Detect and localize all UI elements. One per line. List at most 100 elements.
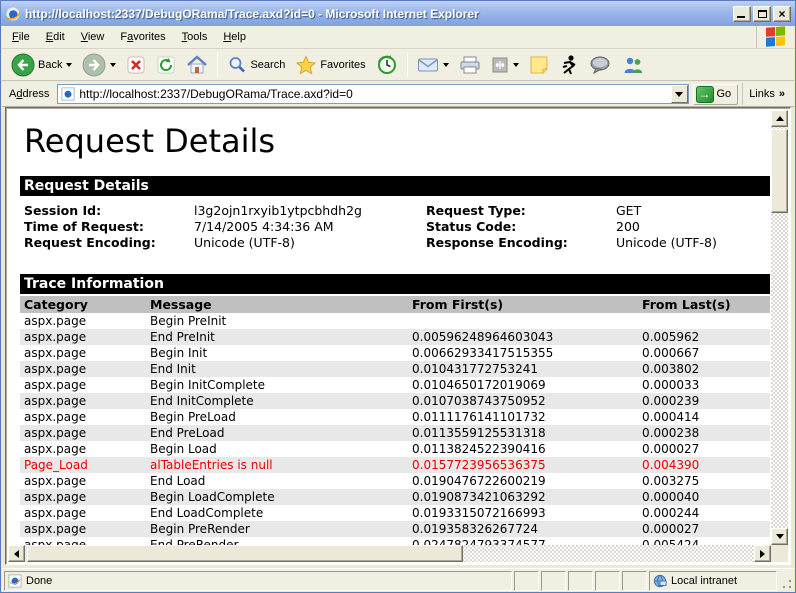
trace-cell-category: aspx.page (20, 426, 146, 440)
trace-cell-category: aspx.page (20, 490, 146, 504)
trace-cell-from-last: 0.000667 (638, 346, 770, 360)
favorites-button[interactable]: Favorites (290, 52, 370, 78)
stop-button[interactable] (121, 52, 151, 78)
vertical-scrollbar[interactable] (771, 110, 788, 545)
menu-item-favorites[interactable]: Favorites (112, 29, 173, 45)
trace-cell-from-first: 0.019358326267724 (408, 522, 638, 536)
horizontal-scroll-thumb[interactable] (27, 545, 463, 562)
menu-item-edit[interactable]: Edit (38, 29, 73, 45)
column-header-category: Category (20, 297, 146, 312)
trace-row: aspx.pageBegin InitComplete0.01046501720… (20, 377, 770, 393)
column-header-from-last: From Last(s) (638, 297, 770, 312)
refresh-button[interactable] (151, 52, 181, 78)
history-icon (376, 54, 398, 76)
back-dropdown-icon (66, 63, 72, 67)
mail-icon (417, 56, 439, 74)
favorites-icon (295, 55, 317, 75)
detail-label: Response Encoding: (426, 235, 616, 250)
links-toolbar[interactable]: Links » (742, 83, 791, 105)
trace-cell-from-first: 0.00662933417515355 (408, 346, 638, 360)
trace-cell-message: End Load (146, 474, 408, 488)
notes-button[interactable] (524, 52, 554, 78)
close-button[interactable]: × (773, 6, 791, 22)
trace-row: aspx.pageBegin PreInit (20, 313, 770, 329)
maximize-icon (758, 10, 767, 18)
chevron-down-icon (675, 92, 683, 97)
ie-status-icon (8, 574, 22, 588)
menu-item-tools[interactable]: Tools (174, 29, 216, 45)
trace-cell-category: aspx.page (20, 442, 146, 456)
scroll-down-button[interactable] (771, 528, 788, 545)
trace-row: aspx.pageBegin PreLoad0.0111176141101732… (20, 409, 770, 425)
home-button[interactable] (181, 52, 213, 78)
aim-button[interactable] (554, 51, 584, 79)
trace-row: aspx.pageEnd LoadComplete0.0193315072166… (20, 505, 770, 521)
trace-cell-from-last: 0.000414 (638, 410, 770, 424)
trace-row: aspx.pageBegin Load0.01138245223904160.0… (20, 441, 770, 457)
status-pane (514, 571, 539, 591)
trace-page: Request Details Request Details Session … (8, 110, 771, 545)
horizontal-scrollbar[interactable] (8, 545, 771, 562)
forward-button[interactable] (77, 50, 121, 80)
detail-label: Request Encoding: (24, 235, 194, 250)
address-dropdown-button[interactable] (671, 85, 688, 103)
trace-row: aspx.pageEnd InitComplete0.0107038743750… (20, 393, 770, 409)
history-button[interactable] (371, 51, 403, 79)
scroll-up-button[interactable] (771, 110, 788, 127)
trace-cell-message: End PreRender (146, 538, 408, 545)
vertical-scroll-thumb[interactable] (771, 129, 788, 213)
refresh-icon (156, 55, 176, 75)
status-zone-label: Local intranet (671, 575, 737, 587)
arrow-up-icon (776, 116, 784, 121)
detail-value: 200 (616, 219, 770, 234)
status-text: Done (26, 575, 52, 587)
trace-information-section: Trace Information Category Message From … (8, 274, 771, 545)
page-resize-button[interactable] (486, 53, 524, 77)
detail-value: 7/14/2005 4:34:36 AM (194, 219, 426, 234)
search-button[interactable]: Search (222, 52, 290, 78)
go-button[interactable]: → Go (693, 84, 739, 105)
trace-cell-from-first: 0.00596248964603043 (408, 330, 638, 344)
trace-cell-category: aspx.page (20, 506, 146, 520)
messenger-icon (621, 55, 645, 75)
trace-cell-message: End Init (146, 362, 408, 376)
trace-cell-message: alTableEntries is null (146, 458, 408, 472)
scroll-right-button[interactable] (754, 545, 771, 562)
aim-running-man-icon (559, 54, 579, 76)
page-resize-icon (491, 56, 509, 74)
notes-icon (529, 55, 549, 75)
mail-dropdown-icon (443, 63, 449, 67)
detail-label: Session Id: (24, 203, 194, 218)
menu-item-help[interactable]: Help (215, 29, 254, 45)
resize-grip[interactable] (779, 571, 793, 590)
address-url: http://localhost:2337/DebugORama/Trace.a… (79, 87, 670, 101)
detail-label: Request Type: (426, 203, 616, 218)
scroll-left-button[interactable] (8, 545, 25, 562)
trace-cell-from-first: 0.0107038743750952 (408, 394, 638, 408)
toolbar-separator (407, 53, 408, 77)
forward-icon (82, 53, 106, 77)
status-zone-pane: Local intranet (649, 571, 777, 591)
discuss-button[interactable] (584, 52, 616, 78)
standard-toolbar: Back Searc (2, 49, 794, 81)
trace-cell-from-last: 0.000244 (638, 506, 770, 520)
back-button[interactable]: Back (6, 50, 77, 80)
minimize-button[interactable] (733, 6, 751, 22)
status-pane (568, 571, 593, 591)
mail-button[interactable] (412, 53, 454, 77)
print-button[interactable] (454, 52, 486, 78)
menu-item-view[interactable]: View (73, 29, 113, 45)
trace-row: aspx.pageBegin Init0.006629334175153550.… (20, 345, 770, 361)
trace-cell-from-first: 0.0113824522390416 (408, 442, 638, 456)
detail-value: Unicode (UTF-8) (616, 235, 770, 250)
trace-cell-category: aspx.page (20, 378, 146, 392)
maximize-button[interactable] (753, 6, 771, 22)
address-input[interactable]: http://localhost:2337/DebugORama/Trace.a… (57, 84, 688, 104)
trace-row: aspx.pageEnd Load0.01904767226002190.003… (20, 473, 770, 489)
address-bar: Address http://localhost:2337/DebugORama… (2, 82, 794, 107)
trace-row: aspx.pageEnd PreLoad0.01135591255313180.… (20, 425, 770, 441)
messenger-button[interactable] (616, 52, 650, 78)
menu-bar: FileEditViewFavoritesToolsHelp (2, 26, 794, 49)
trace-cell-from-first: 0.0111176141101732 (408, 410, 638, 424)
menu-item-file[interactable]: File (4, 29, 38, 45)
